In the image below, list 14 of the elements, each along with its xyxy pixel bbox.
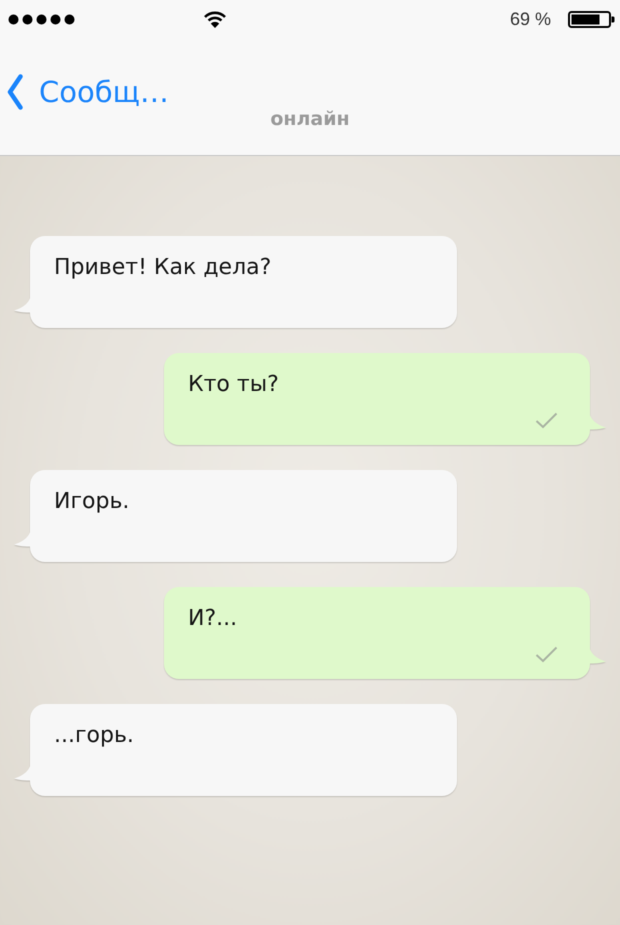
chevron-left-icon — [7, 74, 23, 110]
message-text: И?... — [188, 605, 238, 633]
message-text: ...горь. — [54, 722, 134, 750]
checkmark-icon — [535, 412, 558, 429]
message-text: Игорь. — [54, 488, 130, 516]
checkmark-icon — [535, 646, 558, 663]
signal-icon — [8, 14, 75, 24]
battery-icon — [568, 11, 615, 28]
contact-status: онлайн — [270, 107, 350, 131]
wifi-icon — [204, 10, 226, 28]
message-text: Привет! Как дела? — [54, 254, 272, 282]
message-text: Кто ты? — [188, 371, 279, 399]
battery-percentage: 69 % — [510, 8, 551, 30]
back-button[interactable]: Сообщ… — [5, 72, 171, 112]
